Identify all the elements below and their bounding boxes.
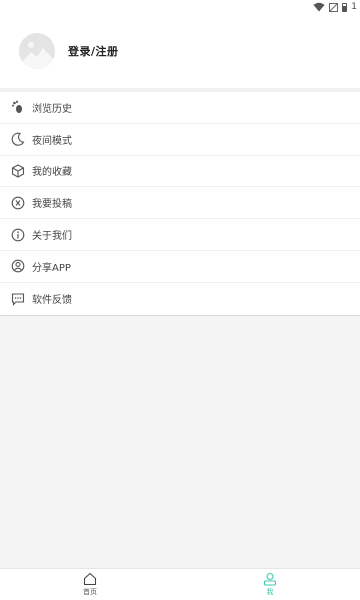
menu-item-favorites[interactable]: 我的收藏 xyxy=(0,156,360,188)
battery-level: 1 xyxy=(351,2,357,12)
avatar[interactable] xyxy=(19,33,55,69)
person-icon xyxy=(263,572,277,586)
user-circle-icon xyxy=(11,259,25,273)
menu-item-label: 分享APP xyxy=(32,262,71,274)
bottom-tab-bar: 首页 我 xyxy=(0,568,360,600)
home-icon xyxy=(83,572,97,586)
tab-me[interactable]: 我 xyxy=(180,569,360,600)
menu-item-about[interactable]: 关于我们 xyxy=(0,219,360,251)
settings-menu: 浏览历史 夜间模式 我的收藏 我要投稿 关于我们 分享APP 软件反馈 xyxy=(0,92,360,316)
menu-item-label: 浏览历史 xyxy=(32,103,72,115)
wifi-icon xyxy=(313,2,325,12)
feedback-icon xyxy=(11,292,25,306)
contribute-icon xyxy=(11,196,25,210)
menu-item-label: 夜间模式 xyxy=(32,135,72,147)
menu-item-contribute[interactable]: 我要投稿 xyxy=(0,187,360,220)
menu-item-history[interactable]: 浏览历史 xyxy=(0,92,360,124)
profile-header[interactable]: 登录/注册 xyxy=(0,14,360,88)
menu-item-label: 软件反馈 xyxy=(32,295,72,307)
footprint-icon xyxy=(11,100,25,114)
tab-home[interactable]: 首页 xyxy=(0,569,180,600)
avatar-placeholder-icon xyxy=(19,33,55,69)
box-icon xyxy=(11,164,25,178)
menu-item-label: 关于我们 xyxy=(32,231,72,243)
tab-label: 首页 xyxy=(83,588,97,596)
menu-item-label: 我的收藏 xyxy=(32,167,72,179)
tab-label: 我 xyxy=(266,588,274,596)
menu-item-share[interactable]: 分享APP xyxy=(0,251,360,283)
battery-icon xyxy=(342,2,348,12)
status-bar: 1 xyxy=(0,0,360,14)
moon-icon xyxy=(11,132,25,146)
menu-item-label: 我要投稿 xyxy=(32,199,72,211)
menu-item-feedback[interactable]: 软件反馈 xyxy=(0,283,360,315)
login-register-link[interactable]: 登录/注册 xyxy=(68,43,119,59)
menu-item-night-mode[interactable]: 夜间模式 xyxy=(0,124,360,156)
signal-icon xyxy=(329,2,339,12)
app-screen: 1 登录/注册 浏览历史 夜间模式 我的收藏 我要投稿 关于我们 分享APP 软… xyxy=(0,0,360,600)
info-icon xyxy=(11,228,25,242)
